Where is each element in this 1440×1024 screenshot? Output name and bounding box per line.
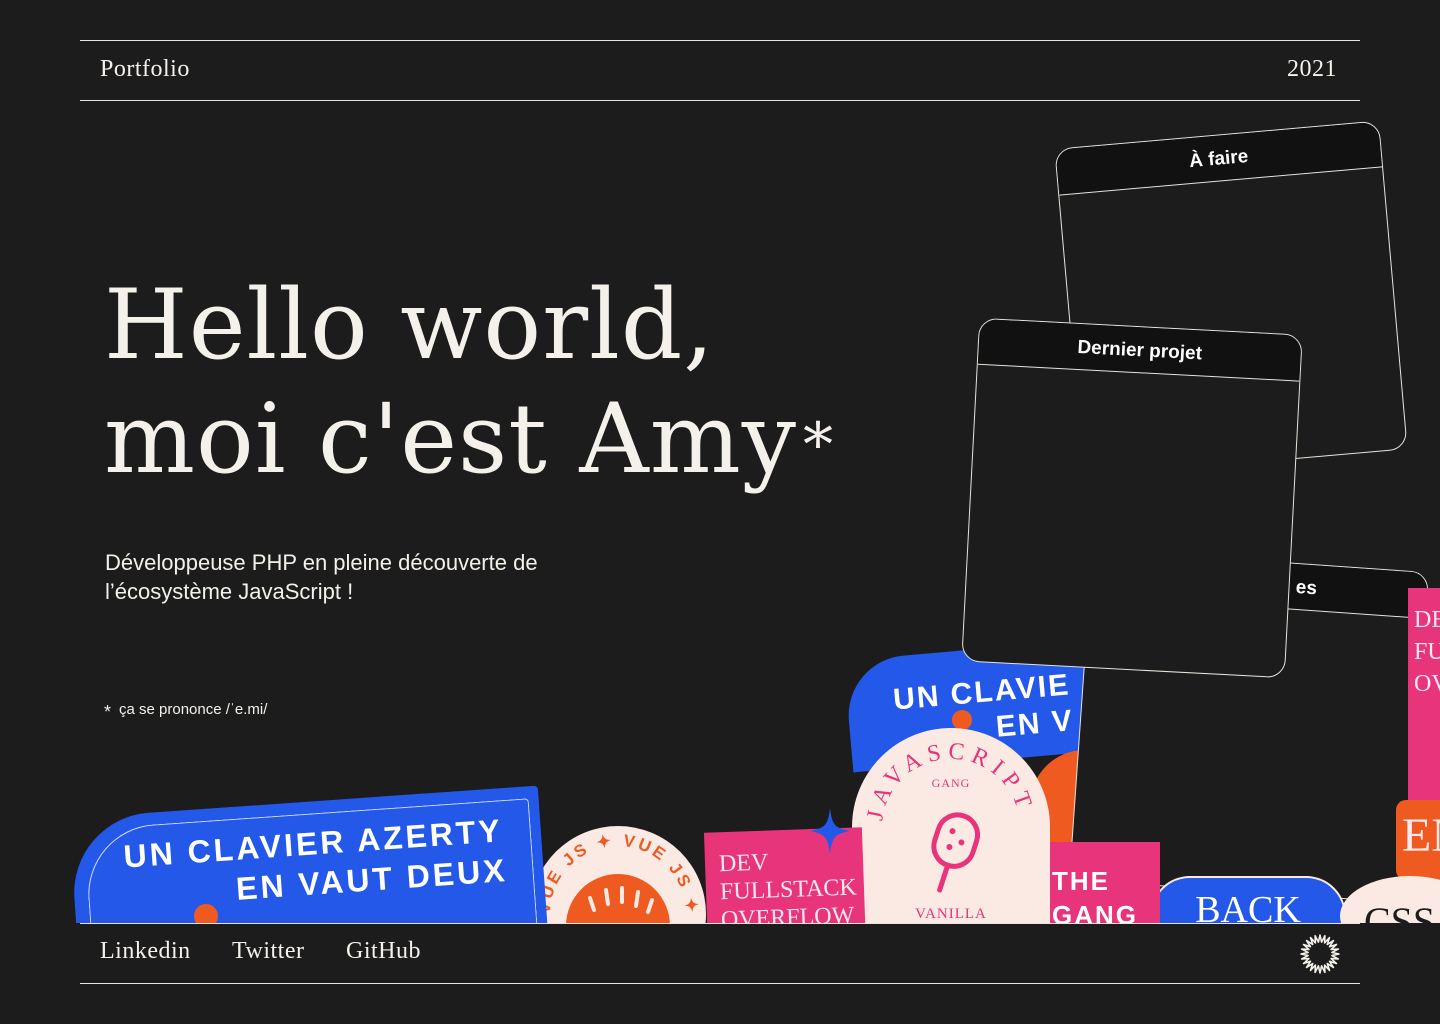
sticker-right-orange: EN <box>1396 800 1440 880</box>
sticker-right-line1: DE <box>1414 607 1440 633</box>
window-todo-title: À faire <box>1055 121 1383 196</box>
footer-link-github[interactable]: GitHub <box>346 938 421 965</box>
sticker-javascript-gang: JAVASCRIPT GANG VANILLA <box>852 728 1050 923</box>
sticker-css-text: CSS <box>1364 899 1436 923</box>
sticker-dev-line3: OVERFLOW <box>720 902 855 923</box>
window-third-title-text: es <box>1295 576 1318 600</box>
sticker-js-vanilla: VANILLA <box>915 906 987 922</box>
popsicle-icon <box>931 812 981 893</box>
sticker-back: BACK <box>1150 876 1346 923</box>
sticker-vue-js: VUE JS ✦ VUE JS ✦ <box>530 826 706 923</box>
sticker-right-line3: OV <box>1414 671 1440 697</box>
vue-inner-circle <box>566 874 670 923</box>
footer-link-twitter[interactable]: Twitter <box>232 938 304 965</box>
sticker-collage: À faire UN CLAVIE EN V es DE FU OV EN BA… <box>0 0 1440 923</box>
sticker-back-text: BACK <box>1195 889 1301 923</box>
footer-link-linkedin[interactable]: Linkedin <box>100 938 191 965</box>
sticker-js-gang: GANG <box>931 776 971 790</box>
footer-bottom-rule <box>80 983 1360 984</box>
starburst-shape <box>1300 934 1340 974</box>
sticker-azerty-border <box>83 798 539 923</box>
sticker-azerty-large: UN CLAVIER AZERTY EN VAUT DEUX <box>68 785 549 923</box>
sticker-the-gang-line2: GANG <box>1052 900 1138 923</box>
sticker-right-en: EN <box>1402 809 1440 862</box>
javascript-arc-svg: JAVASCRIPT <box>862 738 1032 893</box>
sticker-dot-2 <box>194 904 218 923</box>
sticker-right-line2: FU <box>1414 639 1440 665</box>
sticker-dot-1 <box>952 710 972 730</box>
sticker-the-gang-line1: THE <box>1052 866 1110 896</box>
starburst-icon[interactable] <box>1300 934 1340 974</box>
window-last-project[interactable]: Dernier projet <box>961 317 1303 679</box>
vue-js-svg: VUE JS ✦ VUE JS ✦ <box>535 831 698 923</box>
footer-top-rule <box>80 923 1360 924</box>
sparkle-icon <box>810 808 850 854</box>
